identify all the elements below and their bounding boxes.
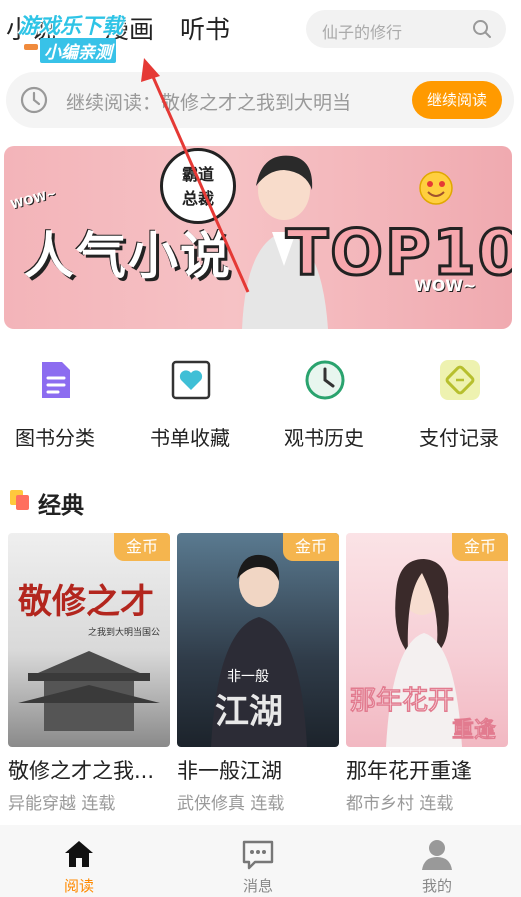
cover-title-text: 那年花开 (350, 685, 454, 716)
banner-wow-left: WOW~ (8, 186, 58, 212)
book-title[interactable]: 敬修之才之我... (8, 755, 170, 785)
quick-action-history[interactable]: 观书历史 (259, 358, 389, 458)
message-icon (242, 840, 274, 870)
watermark-bar (24, 44, 38, 50)
ticket-icon (440, 360, 480, 400)
book-title[interactable]: 那年花开重逢 (346, 755, 508, 785)
cover-subtitle-text: 之我到大明当国公 (88, 626, 160, 638)
coin-badge: 金币 (452, 533, 508, 561)
quick-action-label: 图书分类 (15, 426, 95, 450)
section-title: 经典 (38, 493, 84, 519)
nav-read-label: 阅读 (63, 877, 94, 895)
profile-icon (422, 840, 452, 870)
continue-reading-text: 继续阅读：敬修之才之我到大明当 (66, 92, 352, 114)
quick-action-favorites[interactable]: 书单收藏 (125, 358, 255, 458)
book-cover[interactable]: 非一般 江湖 金币 (177, 533, 339, 747)
nav-profile-label: 我的 (421, 877, 452, 895)
banner-main-text: 人气小说 (24, 227, 232, 285)
book-meta: 武侠修真 连载 (177, 794, 285, 814)
search-icon[interactable] (472, 19, 492, 39)
nav-read[interactable]: 阅读 (24, 835, 134, 895)
search-box[interactable]: 仙子的修行 (306, 10, 506, 48)
watermark: 游戏乐下载 小编亲测 (14, 10, 154, 64)
smiling-face-icon (419, 171, 453, 205)
nav-messages-label: 消息 (242, 877, 273, 895)
cover-illustration: 敬修之才 之我到大明当国公 (17, 582, 160, 731)
quick-action-categories[interactable]: 图书分类 (0, 358, 120, 458)
quick-action-label: 支付记录 (419, 426, 499, 450)
promo-banner[interactable]: WOW~ 霸道 总裁 人气小说 TOP10 WOW~ (4, 146, 512, 329)
document-icon (42, 362, 70, 398)
home-icon (65, 841, 93, 867)
cover-illustration: 那年花开 重逢 (350, 559, 496, 747)
heart-icon (171, 360, 211, 400)
continue-reading-button[interactable]: 继续阅读 (412, 81, 502, 119)
nav-messages[interactable]: 消息 (203, 835, 313, 895)
nav-profile[interactable]: 我的 (382, 835, 492, 895)
book-card[interactable]: 那年花开 重逢 金币 那年花开重逢 都市乡村 连载 (346, 533, 508, 823)
quick-action-label: 观书历史 (284, 426, 364, 450)
banner-wow-right: WOW~ (414, 276, 477, 295)
coin-badge: 金币 (283, 533, 339, 561)
cover-title-text: 敬修之才 (17, 582, 154, 622)
cover-illustration: 非一般 江湖 (211, 554, 307, 747)
watermark-line1: 游戏乐下载 (18, 14, 123, 38)
tab-audiobook[interactable]: 听书 (180, 10, 230, 46)
search-input[interactable]: 仙子的修行 (322, 19, 402, 43)
book-card[interactable]: 敬修之才 之我到大明当国公 金币 敬修之才之我... 异能穿越 连载 (8, 533, 170, 823)
clock-icon (20, 86, 48, 114)
quick-action-label: 书单收藏 (150, 426, 230, 450)
book-cover[interactable]: 那年花开 重逢 金币 (346, 533, 508, 747)
cover-title-text: 江湖 (215, 692, 283, 732)
section-mark-icon (10, 490, 29, 510)
banner-top10-text: TOP10 (285, 215, 512, 291)
book-cover[interactable]: 敬修之才 之我到大明当国公 金币 (8, 533, 170, 747)
bottom-navigation: 阅读 消息 我的 (0, 825, 521, 897)
continue-reading-bar[interactable]: 继续阅读：敬修之才之我到大明当 继续阅读 (6, 72, 514, 128)
quick-action-payments[interactable]: 支付记录 (394, 358, 521, 458)
book-meta: 都市乡村 连载 (346, 794, 454, 814)
watermark-line2: 小编亲测 (40, 38, 116, 63)
book-meta: 异能穿越 连载 (8, 794, 116, 814)
top-tabs: 小说 漫画 听书 游戏乐下载 小编亲测 仙子的修行 (0, 0, 521, 63)
coin-badge: 金币 (114, 533, 170, 561)
book-card[interactable]: 非一般 江湖 金币 非一般江湖 武侠修真 连载 (177, 533, 339, 823)
cover-subtitle-text: 非一般 (227, 669, 269, 685)
cover-subtitle-text: 重逢 (452, 717, 496, 743)
clock-icon (305, 360, 345, 400)
book-title[interactable]: 非一般江湖 (177, 755, 339, 785)
